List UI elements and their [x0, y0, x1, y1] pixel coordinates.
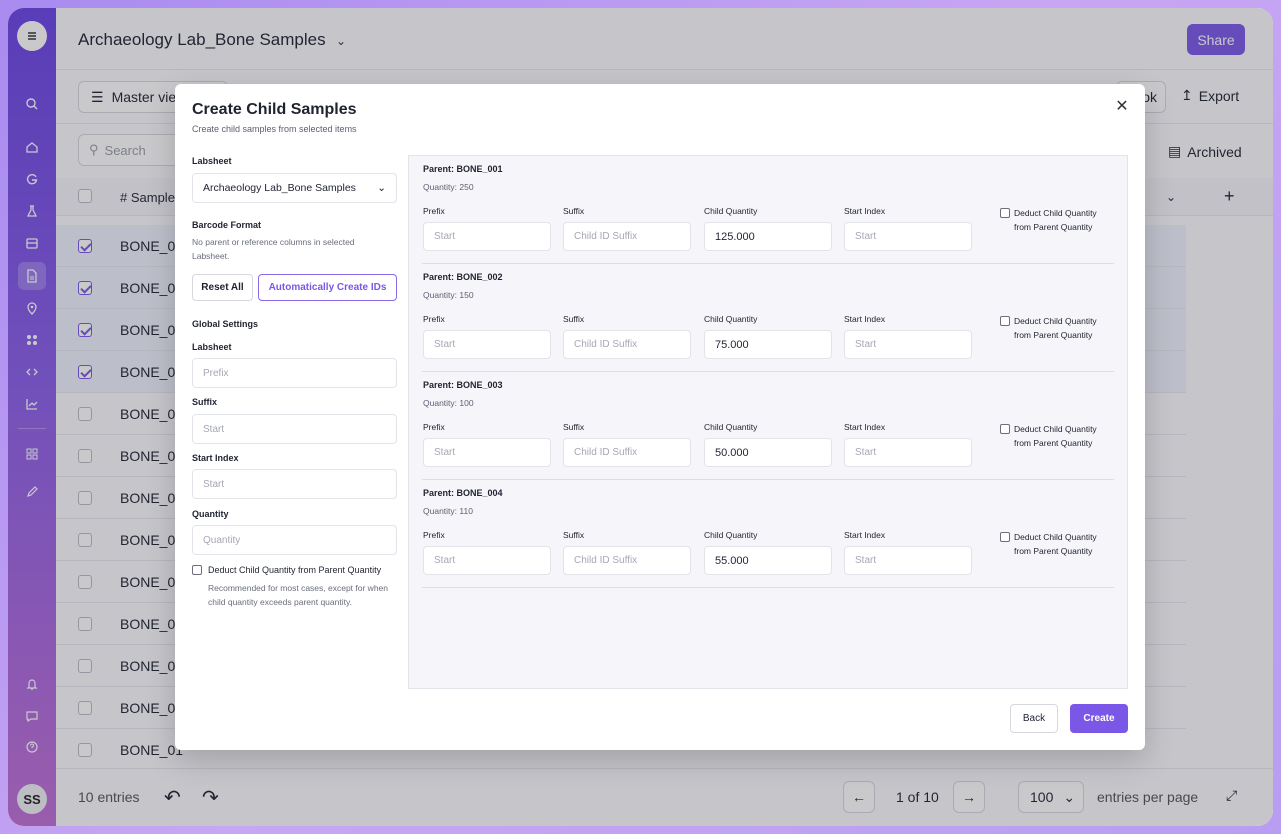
- start-index-label: Start Index: [844, 206, 886, 216]
- deduct-label: Deduct Child Quantity from Parent Quanti…: [1014, 208, 1097, 232]
- child-qty-label: Child Quantity: [704, 530, 758, 540]
- parent-block: Parent: BONE_003 Quantity: 100 Prefix Start…: [422, 372, 1114, 480]
- labsheet-label: Labsheet: [192, 156, 232, 166]
- suffix-label: Suffix: [563, 530, 585, 540]
- parents-panel: Parent: BONE_001 Quantity: 250 Prefix Start…: [408, 155, 1128, 689]
- parent-quantity: Quantity: 110: [423, 506, 473, 516]
- global-deduct-label: Deduct Child Quantity from Parent Quanti…: [208, 565, 382, 575]
- prefix-input[interactable]: Start: [423, 438, 551, 467]
- create-child-samples-dialog: Create Child Samples Create child sample…: [175, 84, 1145, 750]
- prefix-input[interactable]: Start: [423, 546, 551, 575]
- suffix-label: Suffix: [563, 422, 585, 432]
- parent-quantity: Quantity: 100: [423, 398, 474, 408]
- global-quantity-input[interactable]: Quantity: [192, 525, 397, 555]
- deduct-label: Deduct Child Quantity from Parent Quanti…: [1014, 316, 1097, 340]
- child-qty-label: Child Quantity: [704, 314, 758, 324]
- prefix-input[interactable]: Start: [423, 222, 551, 251]
- global-deduct-help: Recommended for most cases, except for w…: [208, 583, 388, 607]
- barcode-format-label: Barcode Format: [192, 220, 262, 230]
- global-deduct-checkbox[interactable]: [192, 565, 202, 575]
- prefix-label: Prefix: [423, 206, 445, 216]
- global-settings-label: Global Settings: [192, 319, 259, 329]
- global-suffix-input[interactable]: Start: [192, 414, 397, 444]
- deduct-option[interactable]: Deduct Child Quantity from Parent Quanti…: [1000, 530, 1110, 558]
- start-index-input[interactable]: Start: [844, 546, 972, 575]
- suffix-input[interactable]: Child ID Suffix: [563, 330, 691, 359]
- deduct-checkbox[interactable]: [1000, 208, 1010, 218]
- parent-title: Parent: BONE_001: [423, 164, 503, 174]
- dialog-title: Create Child Samples: [192, 101, 357, 118]
- start-index-label: Start Index: [844, 422, 886, 432]
- create-button[interactable]: Create: [1070, 704, 1128, 733]
- global-quantity-label: Quantity: [192, 509, 229, 519]
- suffix-input[interactable]: Child ID Suffix: [563, 438, 691, 467]
- deduct-label: Deduct Child Quantity from Parent Quanti…: [1014, 424, 1097, 448]
- start-index-input[interactable]: Start: [844, 222, 972, 251]
- suffix-input[interactable]: Child ID Suffix: [563, 222, 691, 251]
- dialog-subtitle: Create child samples from selected items: [192, 124, 357, 134]
- parent-title: Parent: BONE_003: [423, 380, 503, 390]
- start-index-label: Start Index: [844, 530, 886, 540]
- deduct-checkbox[interactable]: [1000, 424, 1010, 434]
- deduct-option[interactable]: Deduct Child Quantity from Parent Quanti…: [1000, 422, 1110, 450]
- start-index-input[interactable]: Start: [844, 438, 972, 467]
- close-icon[interactable]: ✕: [1113, 96, 1131, 115]
- parent-block: Parent: BONE_001 Quantity: 250 Prefix Start…: [422, 156, 1114, 264]
- prefix-label: Prefix: [423, 422, 445, 432]
- suffix-input[interactable]: Child ID Suffix: [563, 546, 691, 575]
- labsheet-value: Archaeology Lab_Bone Samples: [203, 182, 356, 194]
- global-start-index-label: Start Index: [192, 453, 239, 463]
- global-start-index-input[interactable]: Start: [192, 469, 397, 499]
- deduct-checkbox[interactable]: [1000, 532, 1010, 542]
- prefix-label: Prefix: [423, 314, 445, 324]
- start-index-input[interactable]: Start: [844, 330, 972, 359]
- child-quantity-input[interactable]: 75.000: [704, 330, 832, 359]
- parent-title: Parent: BONE_004: [423, 488, 503, 498]
- parent-quantity: Quantity: 150: [423, 290, 474, 300]
- global-labsheet-label: Labsheet: [192, 342, 232, 352]
- deduct-option[interactable]: Deduct Child Quantity from Parent Quanti…: [1000, 206, 1110, 234]
- reset-all-button[interactable]: Reset All: [192, 274, 253, 301]
- chevron-down-icon: ⌄: [377, 182, 386, 194]
- deduct-option[interactable]: Deduct Child Quantity from Parent Quanti…: [1000, 314, 1110, 342]
- suffix-label: Suffix: [563, 314, 585, 324]
- back-button[interactable]: Back: [1010, 704, 1058, 733]
- parent-block: Parent: BONE_004 Quantity: 110 Prefix Start…: [422, 480, 1114, 588]
- deduct-checkbox[interactable]: [1000, 316, 1010, 326]
- parent-title: Parent: BONE_002: [423, 272, 503, 282]
- child-qty-label: Child Quantity: [704, 206, 758, 216]
- labsheet-select[interactable]: Archaeology Lab_Bone Samples ⌄: [192, 173, 397, 203]
- suffix-label: Suffix: [563, 206, 585, 216]
- child-qty-label: Child Quantity: [704, 422, 758, 432]
- parent-block: Parent: BONE_002 Quantity: 150 Prefix Start…: [422, 264, 1114, 372]
- parent-quantity: Quantity: 250: [423, 182, 474, 192]
- prefix-label: Prefix: [423, 530, 445, 540]
- global-prefix-input[interactable]: Prefix: [192, 358, 397, 388]
- prefix-input[interactable]: Start: [423, 330, 551, 359]
- deduct-label: Deduct Child Quantity from Parent Quanti…: [1014, 532, 1097, 556]
- start-index-label: Start Index: [844, 314, 886, 324]
- global-suffix-label: Suffix: [192, 397, 218, 407]
- child-quantity-input[interactable]: 125.000: [704, 222, 832, 251]
- barcode-help: No parent or reference columns in select…: [192, 237, 355, 261]
- child-quantity-input[interactable]: 50.000: [704, 438, 832, 467]
- auto-create-ids-button[interactable]: Automatically Create IDs: [258, 274, 397, 301]
- child-quantity-input[interactable]: 55.000: [704, 546, 832, 575]
